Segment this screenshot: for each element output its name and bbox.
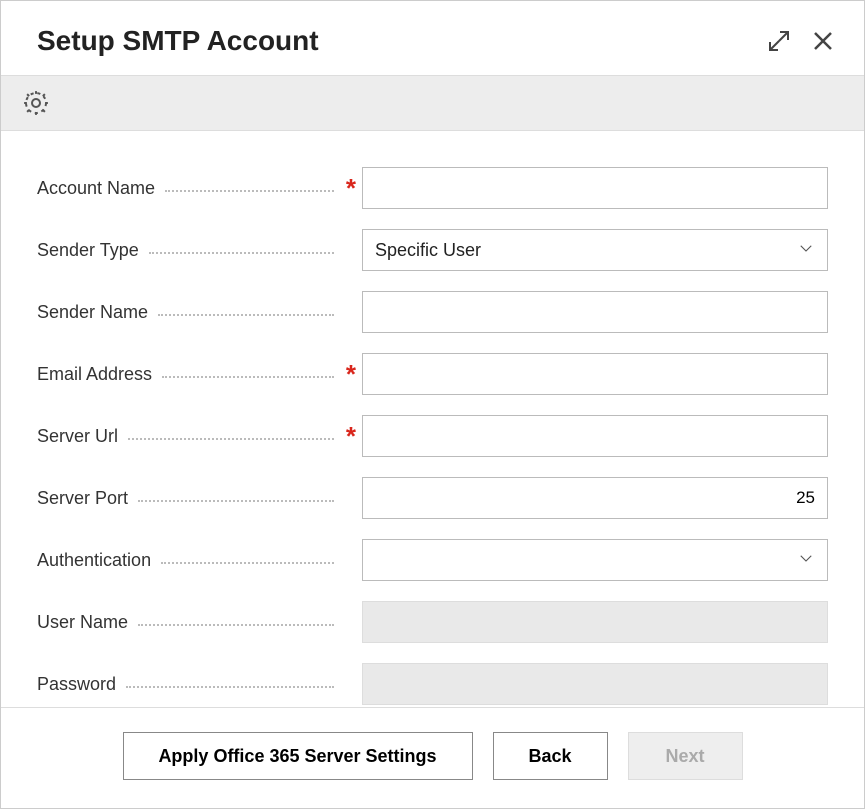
back-button[interactable]: Back: [493, 732, 608, 780]
label-user-name: User Name: [37, 612, 134, 633]
row-email-address: Email Address *: [37, 353, 828, 395]
sender-type-value: Specific User: [375, 240, 481, 261]
dots: [128, 438, 334, 440]
email-address-input[interactable]: [362, 353, 828, 395]
dialog-title: Setup SMTP Account: [37, 25, 766, 57]
sender-type-select[interactable]: Specific User: [362, 229, 828, 271]
row-password: Password: [37, 663, 828, 705]
dots: [138, 500, 334, 502]
label-sender-name: Sender Name: [37, 302, 154, 323]
dialog-footer: Apply Office 365 Server Settings Back Ne…: [1, 708, 864, 808]
label-email-address: Email Address: [37, 364, 158, 385]
dots: [126, 686, 334, 688]
dots: [165, 190, 334, 192]
chevron-down-icon: [797, 549, 815, 572]
expand-icon[interactable]: [766, 28, 792, 54]
dots: [161, 562, 334, 564]
content-wrapper: Account Name * Sender Type Specific User: [1, 75, 864, 708]
account-name-input[interactable]: [362, 167, 828, 209]
row-server-port: Server Port: [37, 477, 828, 519]
server-url-input[interactable]: [362, 415, 828, 457]
dots: [149, 252, 334, 254]
sender-name-input[interactable]: [362, 291, 828, 333]
dots: [162, 376, 334, 378]
row-account-name: Account Name *: [37, 167, 828, 209]
label-account-name: Account Name: [37, 178, 161, 199]
row-sender-type: Sender Type Specific User: [37, 229, 828, 271]
password-input: [362, 663, 828, 705]
label-sender-type: Sender Type: [37, 240, 145, 261]
user-name-input: [362, 601, 828, 643]
close-icon[interactable]: [810, 28, 836, 54]
row-server-url: Server Url *: [37, 415, 828, 457]
label-server-port: Server Port: [37, 488, 134, 509]
dialog-header: Setup SMTP Account: [1, 1, 864, 75]
server-port-input[interactable]: [362, 477, 828, 519]
row-sender-name: Sender Name: [37, 291, 828, 333]
toolbar: [1, 75, 864, 131]
authentication-select[interactable]: [362, 539, 828, 581]
label-password: Password: [37, 674, 122, 695]
apply-o365-button[interactable]: Apply Office 365 Server Settings: [123, 732, 473, 780]
gear-icon[interactable]: [21, 88, 51, 118]
dots: [138, 624, 334, 626]
row-authentication: Authentication: [37, 539, 828, 581]
next-button: Next: [628, 732, 743, 780]
scroll-area[interactable]: Account Name * Sender Type Specific User: [1, 75, 864, 707]
dots: [158, 314, 334, 316]
header-actions: [766, 28, 836, 54]
row-user-name: User Name: [37, 601, 828, 643]
smtp-form: Account Name * Sender Type Specific User: [1, 131, 864, 707]
label-authentication: Authentication: [37, 550, 157, 571]
chevron-down-icon: [797, 239, 815, 262]
label-server-url: Server Url: [37, 426, 124, 447]
